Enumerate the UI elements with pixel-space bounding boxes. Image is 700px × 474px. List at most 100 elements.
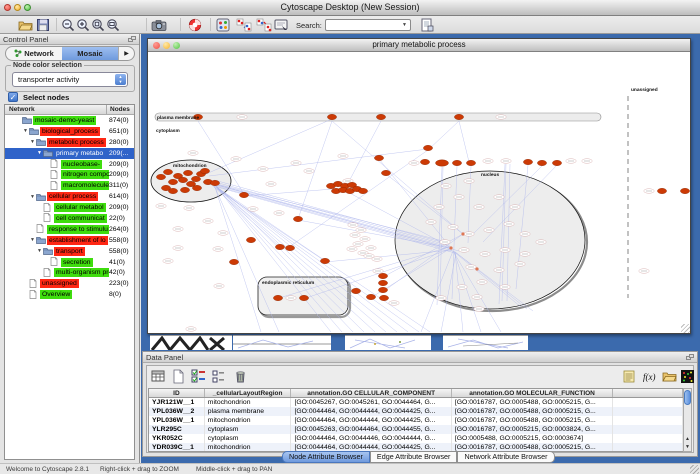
vizmapper-palette-icon[interactable] bbox=[216, 18, 232, 32]
tab-network-attribute-browser[interactable]: Network Attribute Browser bbox=[457, 451, 554, 463]
tree-row-nitrogen-compo[interactable]: nitrogen compo209(0) bbox=[5, 169, 134, 180]
cell-id[interactable]: YPL036W__2 bbox=[149, 407, 205, 416]
cell-x[interactable] bbox=[613, 443, 683, 452]
zoom-fit-icon[interactable] bbox=[106, 18, 122, 32]
cell-id[interactable]: YJR121W__1 bbox=[149, 398, 205, 407]
function-fx-icon[interactable]: f(x) bbox=[642, 369, 657, 384]
search-input[interactable]: ▼ bbox=[325, 19, 411, 31]
tree-row-cellular-process[interactable]: ▼cellular process614(0) bbox=[5, 191, 134, 202]
cell-x[interactable] bbox=[613, 434, 683, 443]
background-window-fragment[interactable] bbox=[150, 335, 232, 350]
delete-trash-icon[interactable] bbox=[233, 369, 248, 384]
scrollbar-thumb[interactable] bbox=[684, 390, 691, 405]
cell-region[interactable]: mitochondrion bbox=[205, 398, 292, 407]
scroll-up-icon[interactable]: ▲ bbox=[684, 435, 691, 443]
tab-overflow-arrow[interactable]: ▶ bbox=[118, 47, 134, 60]
cell-cc[interactable]: [GO:0045263, GO:0044464, GO:0044455, G..… bbox=[291, 425, 451, 434]
close-icon[interactable] bbox=[153, 42, 160, 49]
cell-id[interactable]: YLR295C bbox=[149, 425, 205, 434]
help-lifesaver-icon[interactable] bbox=[188, 18, 204, 32]
tree-row-metabolic-process[interactable]: ▼metabolic process280(0) bbox=[5, 137, 134, 148]
tree-row-multi-organism-pro[interactable]: multi-organism pro42(0) bbox=[5, 267, 134, 278]
cell-cc[interactable]: [GO:0044464, GO:0044446, GO:0044444, G..… bbox=[291, 434, 451, 443]
tree-row-transport[interactable]: ▼transport558(0) bbox=[5, 246, 134, 257]
tree-row-response-to-stimulu[interactable]: response to stimulu264(0) bbox=[5, 224, 134, 235]
background-window-fragment[interactable] bbox=[443, 335, 528, 350]
tree-row-cellular-metabol[interactable]: cellular metabol209(0) bbox=[5, 202, 134, 213]
attribute-checklist-small-icon[interactable] bbox=[211, 369, 226, 384]
new-attribute-doc-icon[interactable] bbox=[171, 369, 186, 384]
network-import-a-icon[interactable] bbox=[236, 18, 252, 32]
select-nodes-checkbox[interactable]: ✓ bbox=[8, 92, 18, 102]
column-header[interactable]: ID bbox=[149, 389, 205, 397]
tab-node-attribute-browser[interactable]: Node Attribute Browser bbox=[282, 451, 370, 463]
close-window-button[interactable] bbox=[4, 4, 11, 11]
cell-x[interactable] bbox=[613, 407, 683, 416]
table-row[interactable]: YPL036W__2plasma membrane[GO:0044464, GO… bbox=[149, 407, 683, 416]
cell-region[interactable]: plasma membrane bbox=[205, 407, 292, 416]
background-window-fragment[interactable] bbox=[233, 335, 331, 350]
cell-mf[interactable]: [GO:0005488, GO:0005215, GO:0003674] bbox=[452, 434, 613, 443]
maximize-window-button[interactable] bbox=[24, 4, 31, 11]
tree-row-secretion[interactable]: secretion41(0) bbox=[5, 257, 134, 268]
save-icon[interactable] bbox=[36, 18, 52, 32]
table-row[interactable]: YJR121W__1mitochondrion[GO:0045267, GO:0… bbox=[149, 398, 683, 407]
tree-row-nucleobase-[interactable]: nucleobase-209(0) bbox=[5, 159, 134, 170]
window-resize-grip[interactable] bbox=[681, 324, 690, 333]
tab-network[interactable]: Network bbox=[6, 47, 62, 60]
cell-id[interactable]: YDR039C__1 bbox=[149, 443, 205, 452]
tree-row-macromolecule[interactable]: macromolecule311(0) bbox=[5, 180, 134, 191]
background-window-fragment[interactable] bbox=[345, 335, 431, 350]
column-header[interactable]: annotation.GO MOLECULAR_FUNCTION bbox=[452, 389, 613, 397]
cell-id[interactable]: YPL036W__1 bbox=[149, 416, 205, 425]
cell-mf[interactable]: [GO:0016787, GO:0005488, GO:0005215, G..… bbox=[452, 407, 613, 416]
column-header[interactable] bbox=[613, 389, 683, 397]
cell-id[interactable]: YKR052C bbox=[149, 434, 205, 443]
cell-cc[interactable]: [GO:0044464, GO:0044444, GO:0044425, G..… bbox=[291, 407, 451, 416]
dropdown-stepper-icon[interactable]: ▲▼ bbox=[115, 74, 126, 85]
zoom-out-icon[interactable] bbox=[61, 18, 77, 32]
attribute-page-icon[interactable] bbox=[420, 18, 436, 32]
minimize-icon[interactable] bbox=[163, 42, 170, 49]
cell-region[interactable]: mitochondrion bbox=[205, 443, 292, 452]
cell-cc[interactable]: [GO:0044464, GO:0044444, GO:0044425, G..… bbox=[291, 416, 451, 425]
table-row[interactable]: YPL036W__1mitochondrion[GO:0044464, GO:0… bbox=[149, 416, 683, 425]
matrix-dark-icon[interactable] bbox=[680, 369, 695, 384]
cell-mf[interactable]: [GO:0016787, GO:0005488, GO:0005215, G..… bbox=[452, 398, 613, 407]
cell-x[interactable] bbox=[613, 425, 683, 434]
table-row[interactable]: YKR052Ccytoplasm[GO:0044464, GO:0044446,… bbox=[149, 434, 683, 443]
column-header[interactable]: annotation.GO CELLULAR_COMPONENT bbox=[291, 389, 451, 397]
float-panel-icon[interactable] bbox=[128, 36, 136, 43]
zoom-in-icon[interactable] bbox=[76, 18, 92, 32]
network-import-b-icon[interactable] bbox=[256, 18, 272, 32]
cell-region[interactable]: cytoplasm bbox=[205, 434, 292, 443]
open-folder-icon[interactable] bbox=[18, 18, 34, 32]
tree-row-unassigned[interactable]: unassigned223(0) bbox=[5, 278, 134, 289]
column-header[interactable]: _cellularLayoutRegion bbox=[205, 389, 292, 397]
float-panel-icon[interactable] bbox=[686, 354, 694, 361]
tree-row-overview[interactable]: Overview8(0) bbox=[5, 289, 134, 300]
notepad-icon[interactable] bbox=[622, 369, 637, 384]
attribute-checklist-icon[interactable] bbox=[191, 369, 206, 384]
cell-mf[interactable]: [GO:0016787, GO:0005488, GO:0005215, G..… bbox=[452, 416, 613, 425]
cell-x[interactable] bbox=[613, 398, 683, 407]
manage-vizmap-icon[interactable] bbox=[274, 18, 290, 32]
cell-mf[interactable]: [GO:0016787, GO:0005215, GO:0003824, G..… bbox=[452, 425, 613, 434]
table-row[interactable]: YLR295Ccytoplasm[GO:0045263, GO:0044464,… bbox=[149, 425, 683, 434]
zoom-icon[interactable] bbox=[173, 42, 180, 49]
tab-edge-attribute-browser[interactable]: Edge Attribute Browser bbox=[370, 451, 458, 463]
resize-grip[interactable] bbox=[690, 465, 699, 474]
snapshot-camera-icon[interactable] bbox=[151, 18, 167, 32]
network-window-titlebar[interactable]: primary metabolic process bbox=[148, 39, 690, 52]
table-scrollbar[interactable]: ▲ ▼ bbox=[683, 388, 692, 452]
attribute-select-grid-icon[interactable] bbox=[151, 369, 166, 384]
tree-row-establishment-of-lo[interactable]: ▼establishment of lo558(0) bbox=[5, 235, 134, 246]
tree-row-cell-communicat[interactable]: cell communicat22(0) bbox=[5, 213, 134, 224]
cell-region[interactable]: mitochondrion bbox=[205, 416, 292, 425]
tree-row-primary-metabo[interactable]: ▼primary metabo209(... bbox=[5, 148, 134, 159]
cell-region[interactable]: cytoplasm bbox=[205, 425, 292, 434]
zoom-selected-icon[interactable] bbox=[91, 18, 107, 32]
cell-cc[interactable]: [GO:0045267, GO:0045261, GO:0044464, G..… bbox=[291, 398, 451, 407]
color-attribute-dropdown[interactable]: transporter activity ▲▼ bbox=[12, 72, 128, 87]
tree-row-mosaic-demo-yeast[interactable]: mosaic-demo-yeast874(0) bbox=[5, 115, 134, 126]
